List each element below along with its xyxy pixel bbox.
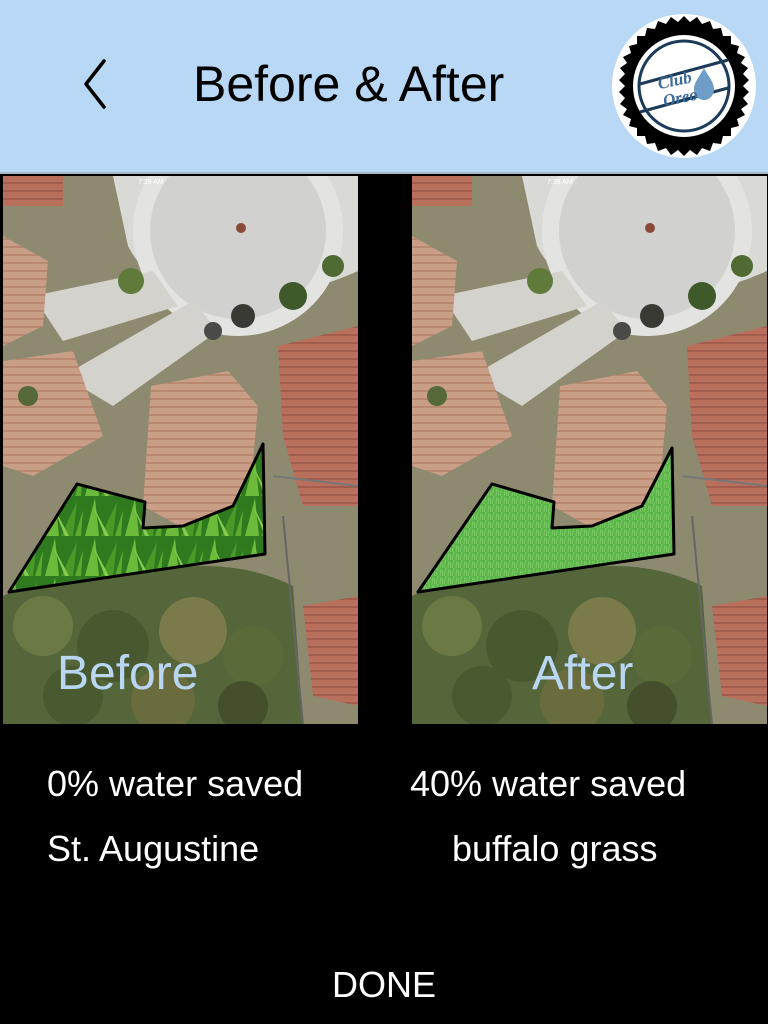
back-button[interactable] [70,54,120,114]
chevron-left-icon [84,59,106,109]
before-image-panel: 7:38 AM Before [3,176,358,724]
after-image-panel: 7:38 AM After [412,176,767,724]
before-water-saved: 0% water saved [47,763,304,804]
before-grass-type: St. Augustine [47,828,260,869]
after-water-saved: 40% water saved [410,763,687,804]
before-aerial-image: 7:38 AM [3,176,358,724]
page-title: Before & After [193,56,505,112]
svg-text:7:38 AM: 7:38 AM [138,179,164,186]
after-label: After [532,647,634,700]
club-oreo-logo[interactable]: Club Oreo [610,12,758,160]
after-aerial-image: 7:38 AM [412,176,767,724]
before-label: Before [57,647,199,700]
done-button[interactable]: DONE [0,960,768,1010]
svg-text:7:38 AM: 7:38 AM [547,179,573,186]
header-bar: Before & After Club Oreo [0,0,768,174]
after-grass-type: buffalo grass [452,828,658,869]
